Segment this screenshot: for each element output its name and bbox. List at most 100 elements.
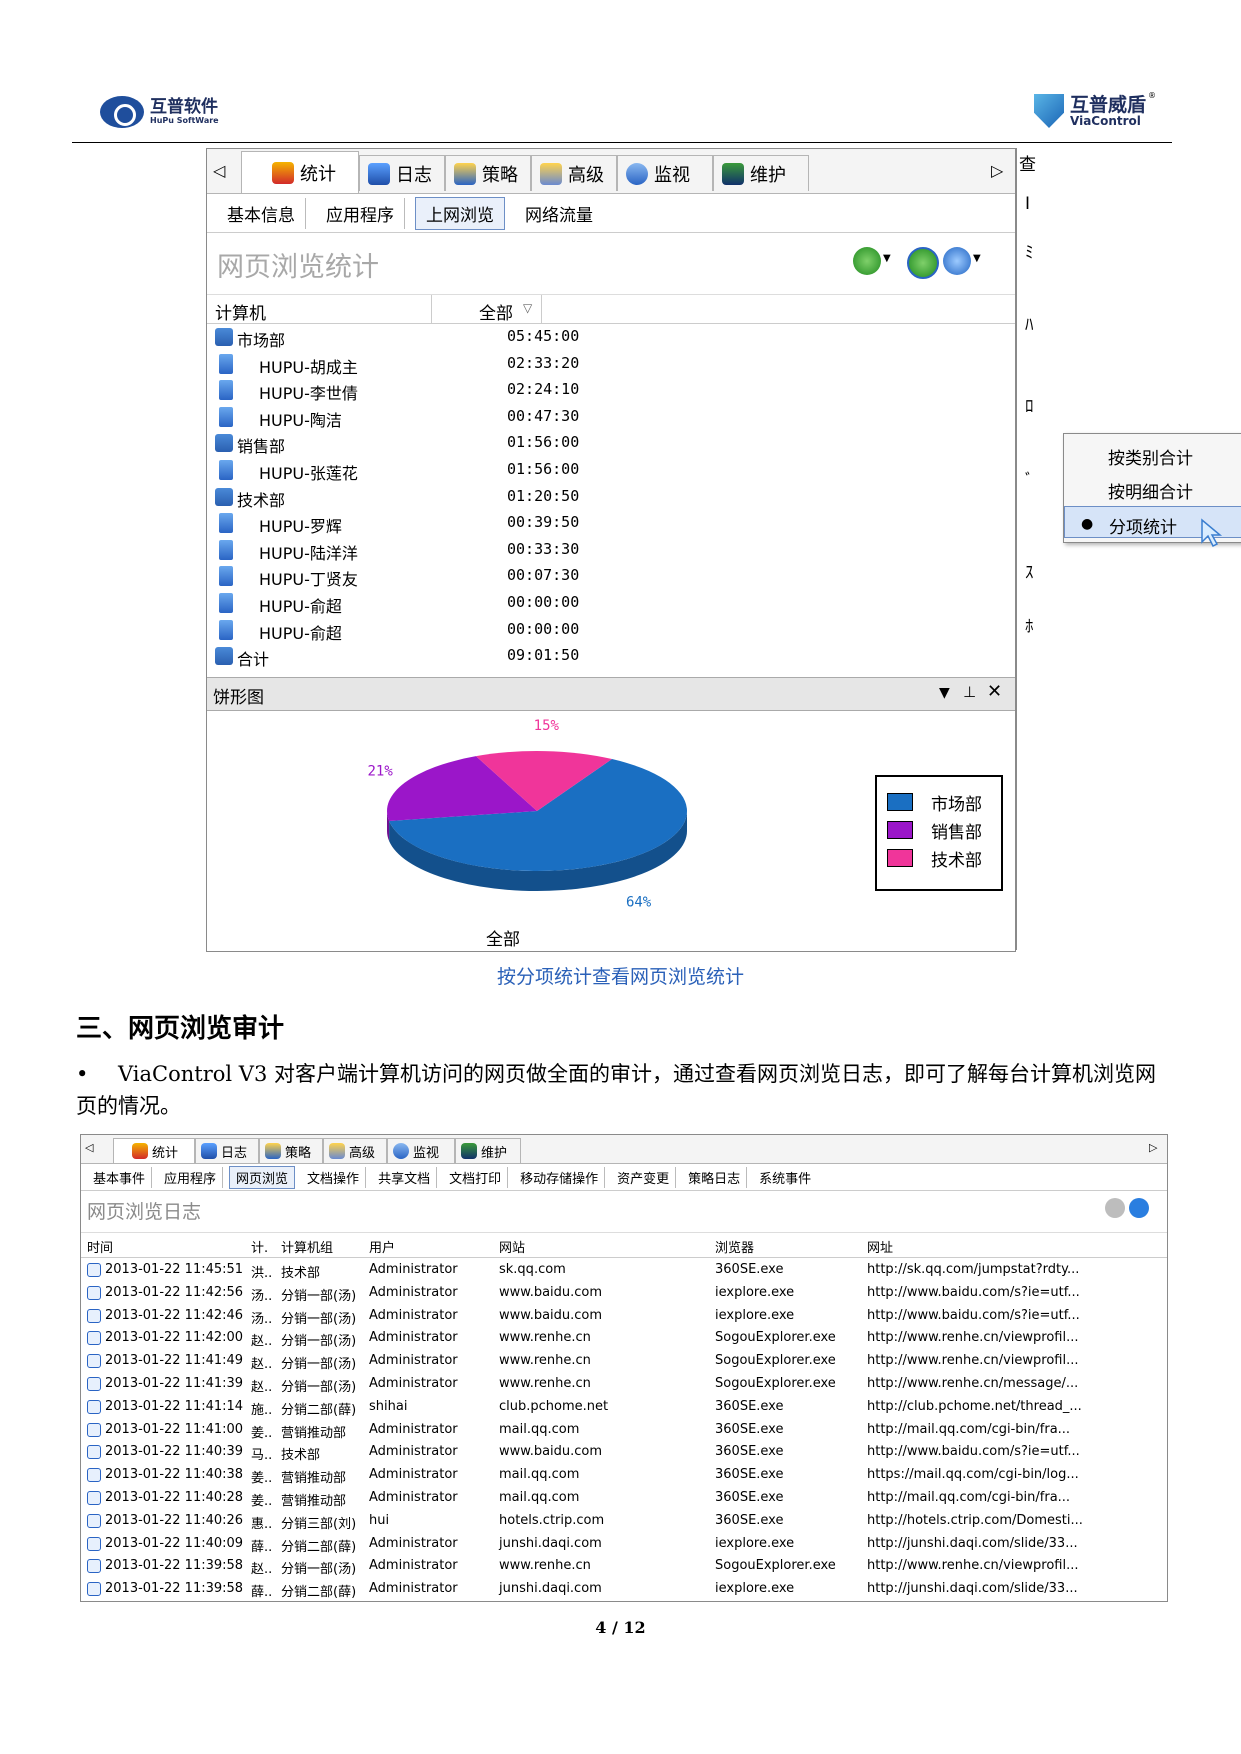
- subtab-removable-storage[interactable]: 移动存储操作: [514, 1166, 606, 1188]
- pin-icon[interactable]: ⊥: [963, 683, 976, 701]
- log-row[interactable]: 2013-01-22 11:40:26 惠.. 分销三部(刘) hui hotels.c…: [81, 1510, 1167, 1533]
- log-row[interactable]: 2013-01-22 11:42:00 赵.. 分销一部(汤) Administrat…: [81, 1327, 1167, 1350]
- subtab-document-ops[interactable]: 文档操作: [301, 1166, 367, 1188]
- cell-user: Administrator: [369, 1490, 458, 1505]
- log-row[interactable]: 2013-01-22 11:41:49 赵.. 分销一部(汤) Administrat…: [81, 1350, 1167, 1373]
- log-row[interactable]: 2013-01-22 11:41:14 施.. 分销二部(薛) shihai club.…: [81, 1396, 1167, 1419]
- subtab-asset-changes[interactable]: 资产变更: [611, 1166, 677, 1188]
- computer-row[interactable]: HUPU-俞超 00:00:00: [207, 618, 847, 643]
- tab-monitor[interactable]: 监视: [617, 155, 713, 191]
- log-row[interactable]: 2013-01-22 11:40:39 马.. 技术部 Administrator ww…: [81, 1441, 1167, 1464]
- legend-item: 销售部: [887, 817, 997, 843]
- log-row[interactable]: 2013-01-22 11:41:00 姜.. 营销推动部 Administrator…: [81, 1419, 1167, 1442]
- row-name: HUPU-丁贤友: [259, 570, 358, 590]
- computer-row[interactable]: HUPU-胡成主 02:33:20: [207, 352, 847, 377]
- back-arrow-icon[interactable]: [1105, 1198, 1125, 1218]
- subtab-applications[interactable]: 应用程序: [316, 197, 405, 229]
- col-computer[interactable]: 计.: [251, 1237, 268, 1256]
- web-page-icon: [87, 1536, 101, 1551]
- cell-browser: 360SE.exe: [715, 1467, 784, 1483]
- web-page-icon: [87, 1513, 101, 1528]
- tab-stats[interactable]: 统计: [241, 151, 359, 193]
- cell-browser: iexplore.exe: [715, 1581, 795, 1597]
- tab-policy[interactable]: 策略: [259, 1138, 323, 1163]
- col-time[interactable]: 时间: [87, 1237, 113, 1256]
- row-name: HUPU-陶洁: [259, 410, 342, 430]
- tab-scroll-right-icon[interactable]: ▷: [1149, 1141, 1157, 1154]
- tab-label: 策略: [482, 164, 518, 186]
- log-row[interactable]: 2013-01-22 11:39:58 赵.. 分销一部(汤) Administrat…: [81, 1555, 1167, 1578]
- log-row[interactable]: 2013-01-22 11:40:09 薛.. 分销二部(薛) Administrat…: [81, 1533, 1167, 1556]
- cell-computer: 洪..: [251, 1266, 273, 1281]
- group-view-button[interactable]: [907, 247, 939, 279]
- computer-row[interactable]: HUPU-陶洁 00:47:30: [207, 405, 847, 430]
- subtab-doc-print[interactable]: 文档打印: [443, 1166, 509, 1188]
- subtab-applications[interactable]: 应用程序: [158, 1166, 224, 1188]
- col-browser[interactable]: 浏览器: [715, 1237, 754, 1256]
- tab-monitor[interactable]: 监视: [387, 1138, 455, 1163]
- computer-row[interactable]: HUPU-陆洋洋 00:33:30: [207, 538, 847, 563]
- row-name: 合计: [237, 650, 270, 670]
- col-all[interactable]: 全部: [479, 299, 513, 324]
- subtab-basic-info[interactable]: 基本信息: [217, 197, 306, 229]
- tab-scroll-left-icon[interactable]: ◁: [213, 161, 225, 180]
- log-row[interactable]: 2013-01-22 11:42:46 汤.. 分销一部(汤) Administrat…: [81, 1305, 1167, 1328]
- legend-label: 市场部: [931, 795, 982, 815]
- cell-time: 2013-01-22 11:40:39: [105, 1444, 244, 1460]
- log-row[interactable]: 2013-01-22 11:42:56 汤.. 分销一部(汤) Administrat…: [81, 1282, 1167, 1305]
- tab-advanced[interactable]: 高级: [323, 1138, 387, 1163]
- group-row[interactable]: 合计 09:01:50: [207, 644, 847, 670]
- tab-log[interactable]: 日志: [359, 155, 445, 191]
- tab-maintain[interactable]: 维护: [713, 155, 809, 191]
- group-row[interactable]: 销售部 01:56:00: [207, 431, 847, 456]
- forward-arrow-icon[interactable]: [1129, 1198, 1149, 1218]
- subtab-network-traffic[interactable]: 网络流量: [515, 198, 603, 229]
- cell-browser: iexplore.exe: [715, 1284, 795, 1300]
- log-row[interactable]: 2013-01-22 11:40:38 姜.. 营销推动部 Administrator…: [81, 1464, 1167, 1487]
- col-computer[interactable]: 计算机: [215, 299, 266, 324]
- subtab-web-browsing[interactable]: 网页浏览: [229, 1165, 296, 1189]
- group-row[interactable]: 技术部 01:20:50: [207, 485, 847, 510]
- col-url[interactable]: 网址: [867, 1237, 893, 1256]
- tab-stats[interactable]: 统计: [113, 1138, 195, 1163]
- col-website[interactable]: 网站: [499, 1237, 525, 1256]
- tab-log[interactable]: 日志: [195, 1138, 259, 1163]
- tab-policy[interactable]: 策略: [445, 155, 531, 191]
- log-row[interactable]: 2013-01-22 11:41:39 赵.. 分销一部(汤) Administrat…: [81, 1373, 1167, 1396]
- row-duration: 00:00:00: [507, 593, 580, 611]
- computer-row[interactable]: HUPU-俞超 00:00:00: [207, 591, 847, 616]
- tab-advanced[interactable]: 高级: [531, 155, 617, 191]
- row-name: HUPU-张莲花: [259, 464, 358, 483]
- cell-group: 分销二部(薛): [281, 1402, 357, 1418]
- export-button[interactable]: [943, 247, 971, 275]
- subtab-shared-docs[interactable]: 共享文档: [372, 1166, 438, 1188]
- subtab-system-events[interactable]: 系统事件: [753, 1167, 817, 1188]
- log-row[interactable]: 2013-01-22 11:45:51 洪.. 技术部 Administrator sk…: [81, 1259, 1167, 1282]
- list-options-button[interactable]: [853, 247, 881, 275]
- computer-row[interactable]: HUPU-丁贤友 00:07:30: [207, 564, 847, 590]
- close-icon[interactable]: ✕: [987, 681, 1002, 702]
- tab-scroll-left-icon[interactable]: ◁: [85, 1141, 93, 1154]
- computer-row[interactable]: HUPU-罗辉 00:39:50: [207, 511, 847, 536]
- menu-item-by-category[interactable]: 按类别合计: [1064, 438, 1241, 470]
- col-computer-group[interactable]: 计算机组: [281, 1237, 333, 1256]
- cell-computer: 薛..: [251, 1585, 273, 1601]
- subtab-basic-events[interactable]: 基本事件: [87, 1166, 153, 1188]
- log-row[interactable]: 2013-01-22 11:40:28 姜.. 营销推动部 Administrator…: [81, 1487, 1167, 1510]
- web-page-icon: [87, 1445, 101, 1460]
- group-row[interactable]: 市场部 05:45:00: [207, 325, 847, 350]
- subtab-policy-log[interactable]: 策略日志: [682, 1166, 748, 1188]
- computer-row[interactable]: HUPU-李世倩 02:24:10: [207, 378, 847, 403]
- log-row[interactable]: 2013-01-22 11:39:58 薛.. 分销二部(薛) Administrat…: [81, 1578, 1167, 1601]
- col-user[interactable]: 用户: [369, 1237, 395, 1256]
- registered-mark: ®: [1148, 91, 1157, 100]
- subtab-web-browsing[interactable]: 上网浏览: [415, 196, 505, 230]
- tab-maintain[interactable]: 维护: [455, 1138, 521, 1163]
- cell-computer: 赵..: [251, 1380, 273, 1395]
- computer-row[interactable]: HUPU-张莲花 01:56:00: [207, 458, 847, 483]
- cell-website: www.baidu.com: [499, 1307, 603, 1323]
- dropdown-icon[interactable]: ▼: [939, 685, 950, 701]
- menu-item-by-detail[interactable]: 按明细合计: [1064, 472, 1241, 504]
- tab-scroll-right-icon[interactable]: ▷: [991, 161, 1003, 180]
- cell-group: 技术部: [281, 1266, 321, 1281]
